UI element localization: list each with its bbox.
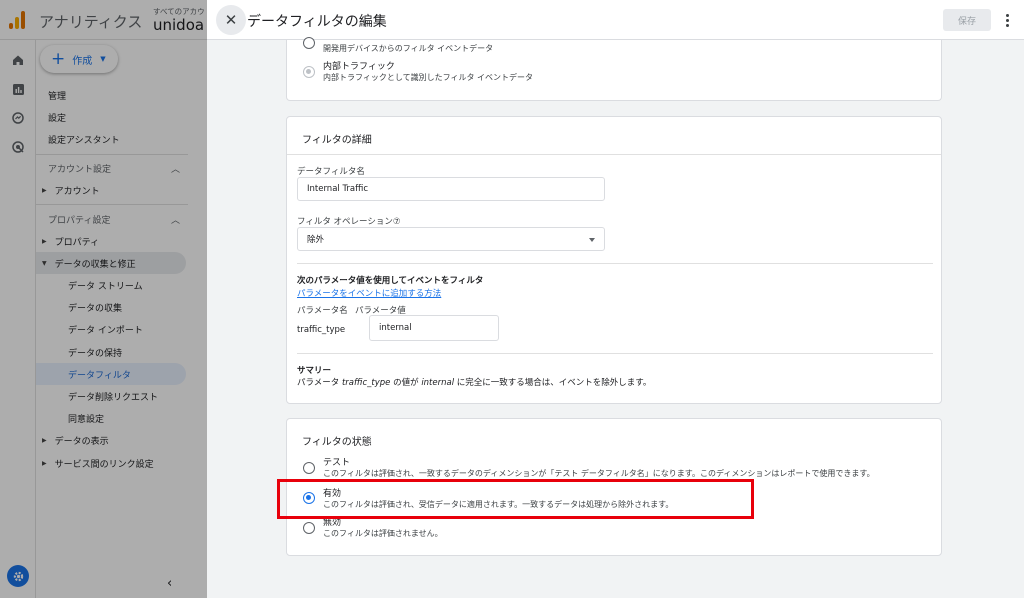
- close-icon: ✕: [224, 11, 238, 29]
- save-button[interactable]: 保存: [943, 9, 991, 31]
- radio-internal-traffic[interactable]: [303, 66, 315, 78]
- highlight-annotation: [277, 479, 754, 519]
- more-vert-icon[interactable]: [1001, 10, 1013, 30]
- dropdown-arrow-icon: [589, 238, 595, 242]
- radio-developer-traffic[interactable]: [303, 37, 315, 49]
- card-title: フィルタの状態: [302, 437, 372, 448]
- param-help-link[interactable]: パラメータをイベントに追加する方法: [297, 287, 441, 299]
- param-heading: 次のパラメータ値を使用してイベントをフィルタ: [297, 276, 484, 286]
- filter-name-input[interactable]: Internal Traffic: [297, 177, 605, 201]
- drawer-header: ✕ データフィルタの編集 保存: [207, 0, 1024, 40]
- divider: [297, 263, 933, 264]
- divider: [297, 353, 933, 354]
- filter-name-label: データフィルタ名: [297, 167, 365, 177]
- close-button[interactable]: ✕: [216, 5, 246, 35]
- filter-operation-label: フィルタ オペレーション⑦: [297, 217, 401, 227]
- filter-operation-select[interactable]: 除外: [297, 227, 605, 251]
- param-name-label: パラメータ名: [297, 306, 348, 316]
- drawer-title: データフィルタの編集: [247, 14, 387, 30]
- radio-inactive[interactable]: [303, 522, 315, 534]
- param-value-input[interactable]: internal: [369, 315, 499, 341]
- summary-text: パラメータ traffic_type の値が internal に完全に一致する…: [297, 378, 652, 388]
- option-label: テスト: [323, 458, 351, 468]
- divider: [287, 154, 941, 155]
- option-desc: 開発用デバイスからのフィルタ イベントデータ: [323, 44, 494, 53]
- param-name-value: traffic_type: [297, 325, 346, 335]
- card-title: フィルタの詳細: [302, 135, 372, 146]
- summary-heading: サマリー: [297, 366, 332, 376]
- filter-type-card: 開発用デバイスからのフィルタ イベントデータ 内部トラフィック 内部トラフィック…: [286, 37, 942, 101]
- help-icon[interactable]: ⑦: [393, 217, 401, 227]
- filter-details-card: フィルタの詳細 データフィルタ名 Internal Traffic フィルタ オ…: [286, 116, 942, 404]
- option-desc: 内部トラフィックとして識別したフィルタ イベントデータ: [323, 73, 533, 82]
- radio-test[interactable]: [303, 462, 315, 474]
- option-label: 内部トラフィック: [323, 62, 395, 72]
- option-desc: このフィルタは評価されません。: [323, 529, 443, 538]
- option-desc: このフィルタは評価され、一致するデータのディメンションが「テスト データフィルタ…: [323, 469, 875, 478]
